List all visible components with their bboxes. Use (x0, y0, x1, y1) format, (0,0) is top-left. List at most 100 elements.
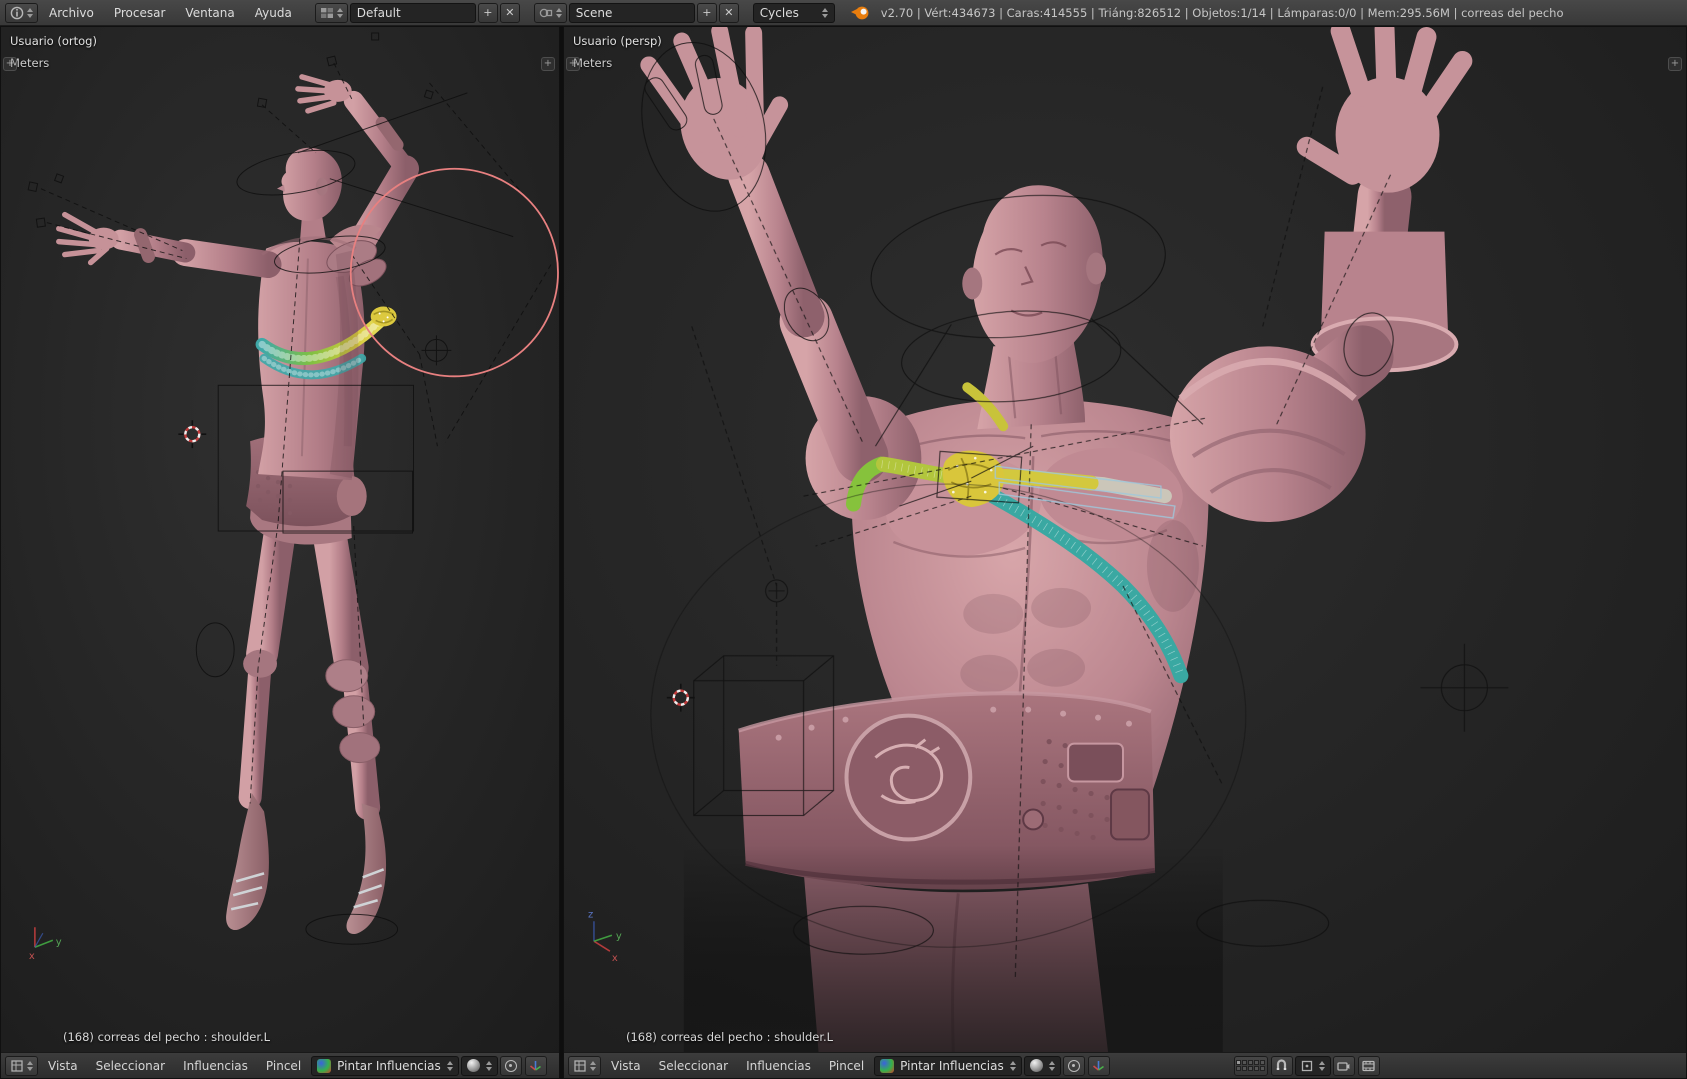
screen-layout-name-field[interactable]: Default (349, 2, 476, 23)
viewport-right: x y z Usuario (persp) Meters + + (168) c… (563, 26, 1687, 1079)
render-engine-value: Cycles (759, 5, 799, 20)
scene-selector[interactable] (533, 2, 567, 23)
mode-label: Pintar Influencias (900, 1058, 1004, 1073)
right-viewport-scene[interactable]: x y z (564, 27, 1686, 1052)
plus-icon: + (483, 6, 493, 19)
dropdown-arrows (446, 1060, 453, 1071)
snap-toggle-button[interactable] (1270, 1055, 1293, 1076)
pivot-point-button[interactable] (1062, 1055, 1085, 1076)
axis-x-label: x (29, 951, 35, 962)
view-name-label: Usuario (ortog) (10, 34, 97, 48)
dropdown-arrows (27, 1060, 33, 1071)
close-icon: ✕ (505, 6, 515, 19)
properties-expand-arrow[interactable]: + (1668, 57, 1682, 71)
camera-icon (1337, 1061, 1350, 1071)
close-scene-button[interactable]: ✕ (718, 2, 739, 23)
menu-seleccionar[interactable]: Seleccionar (651, 1056, 736, 1076)
scene-icon (539, 8, 552, 17)
info-editor-icon (10, 6, 24, 19)
add-layout-button[interactable]: + (477, 2, 498, 23)
dragon-medallion (844, 713, 973, 842)
menu-ayuda[interactable]: Ayuda (246, 3, 301, 23)
menu-influencias[interactable]: Influencias (738, 1056, 819, 1076)
editor-type-selector[interactable] (568, 1055, 601, 1076)
viewport-shading-selector[interactable] (1023, 1055, 1061, 1076)
pivot-icon (504, 1059, 517, 1072)
strap-knot (370, 306, 397, 327)
render-engine-selector[interactable]: Cycles (752, 2, 835, 23)
toolshelf-expand-arrow[interactable]: + (3, 57, 17, 71)
menu-pincel[interactable]: Pincel (821, 1056, 872, 1076)
dropdown-arrows (555, 7, 562, 18)
dropdown-arrows (1048, 1060, 1055, 1071)
dropdown-arrows (1318, 1060, 1325, 1071)
snap-increment-icon (1301, 1060, 1312, 1071)
screen-layout-selector[interactable] (314, 2, 348, 23)
interaction-mode-selector[interactable]: Pintar Influencias (874, 1055, 1022, 1076)
main-header: Archivo Procesar Ventana Ayuda Default +… (0, 0, 1687, 26)
left-viewport-scene[interactable]: x y (1, 27, 559, 1052)
layers-grid-icon (1236, 1060, 1266, 1071)
manipulator-icon (530, 1061, 542, 1071)
axis-z-label: z (588, 909, 593, 920)
shading-sphere-icon (1029, 1059, 1043, 1072)
film-icon (1362, 1060, 1375, 1071)
menu-seleccionar[interactable]: Seleccionar (88, 1056, 173, 1076)
shading-sphere-icon (466, 1059, 480, 1072)
manipulator-button[interactable] (524, 1055, 547, 1076)
manipulator-button[interactable] (1087, 1055, 1110, 1076)
layers-widget[interactable] (1233, 1055, 1268, 1076)
view3d-editor-icon (574, 1059, 586, 1072)
axis-y-label: y (56, 937, 62, 948)
weight-paint-mode-icon (880, 1058, 895, 1073)
weight-paint-mode-icon (317, 1058, 332, 1073)
menu-procesar[interactable]: Procesar (105, 3, 175, 23)
viewport-shading-selector[interactable] (460, 1055, 498, 1076)
dropdown-arrows (27, 7, 33, 18)
menu-pincel[interactable]: Pincel (258, 1056, 309, 1076)
blender-logo (850, 6, 869, 19)
menu-vista[interactable]: Vista (40, 1056, 86, 1076)
toolshelf-expand-arrow[interactable]: + (566, 57, 580, 71)
view-name-label: Usuario (persp) (573, 34, 662, 48)
snap-element-selector[interactable] (1294, 1055, 1331, 1076)
scene-name-field[interactable]: Scene (568, 2, 695, 23)
dropdown-arrows (1009, 1060, 1016, 1071)
screen-layout-icon (320, 7, 333, 18)
properties-expand-arrow[interactable]: + (541, 57, 555, 71)
view3d-editor-icon (11, 1059, 23, 1072)
viewport-left: x y Usuario (ortog) Meters + + (168) cor… (0, 26, 560, 1079)
manipulator-icon (1093, 1061, 1105, 1071)
magnet-icon (1277, 1059, 1287, 1070)
editor-type-selector[interactable] (5, 2, 38, 23)
plus-icon: + (702, 6, 712, 19)
menu-ventana[interactable]: Ventana (176, 3, 243, 23)
interaction-mode-selector[interactable]: Pintar Influencias (311, 1055, 459, 1076)
dropdown-arrows (590, 1060, 596, 1071)
opengl-render-anim-button[interactable] (1357, 1055, 1380, 1076)
active-group-status: (168) correas del pecho : shoulder.L (63, 1030, 271, 1044)
viewport-left-canvas[interactable]: x y (1, 27, 559, 1052)
mode-label: Pintar Influencias (337, 1058, 441, 1073)
menu-vista[interactable]: Vista (603, 1056, 649, 1076)
editor-type-selector[interactable] (5, 1055, 38, 1076)
add-scene-button[interactable]: + (696, 2, 717, 23)
close-layout-button[interactable]: ✕ (499, 2, 520, 23)
opengl-render-still-button[interactable] (1332, 1055, 1355, 1076)
screen-layout-name: Default (356, 5, 401, 20)
menu-influencias[interactable]: Influencias (175, 1056, 256, 1076)
blender-window: { "colors": { "header_bg": "#3c3c3c", "v… (0, 0, 1687, 1079)
viewport-right-header: Vista Seleccionar Influencias Pincel Pin… (564, 1052, 1686, 1078)
pivot-icon (1067, 1059, 1080, 1072)
close-icon: ✕ (724, 6, 734, 19)
viewport-left-header: Vista Seleccionar Influencias Pincel Pin… (1, 1052, 559, 1078)
scene-statistics: v2.70 | Vért:434673 | Caras:414555 | Tri… (880, 5, 1564, 20)
pivot-point-button[interactable] (499, 1055, 522, 1076)
dropdown-arrows (336, 7, 343, 18)
dropdown-arrows (821, 7, 828, 18)
dropdown-arrows (485, 1060, 492, 1071)
scene-name: Scene (575, 5, 613, 20)
viewport-right-canvas[interactable]: x y z (564, 27, 1686, 1052)
viewport-divider[interactable] (560, 26, 563, 1079)
menu-archivo[interactable]: Archivo (40, 3, 103, 23)
